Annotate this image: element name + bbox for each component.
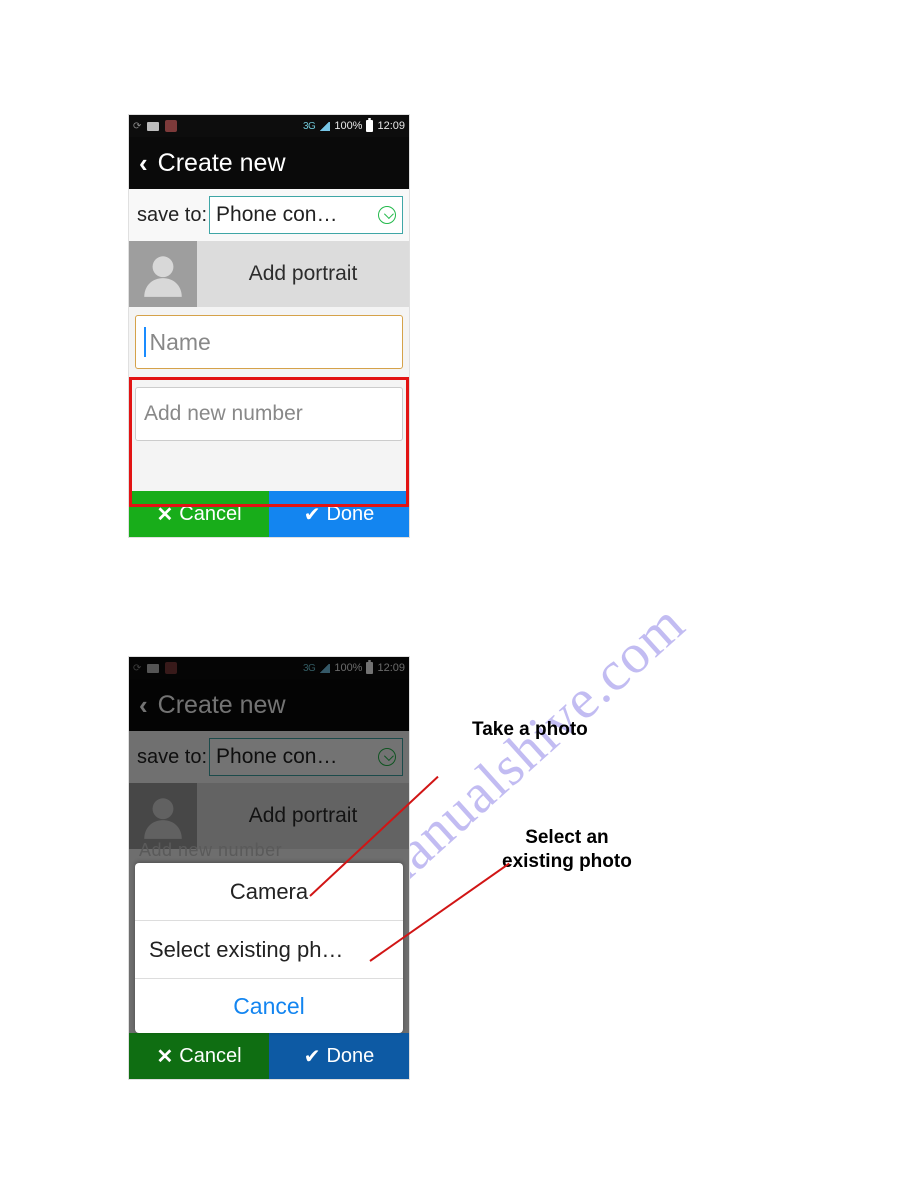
annotation-select-photo-l1: Select an: [525, 827, 608, 848]
save-to-row: save to: Phone con…: [129, 189, 409, 241]
page-title: Create new: [158, 149, 286, 178]
add-portrait-label: Add portrait: [249, 262, 358, 286]
done-button[interactable]: ✔ Done: [269, 1033, 409, 1079]
avatar-placeholder[interactable]: [129, 241, 197, 307]
back-icon[interactable]: ‹: [139, 148, 148, 179]
done-button[interactable]: ✔ Done: [269, 491, 409, 537]
cancel-label: Cancel: [179, 503, 241, 526]
network-type: 3G: [303, 121, 315, 132]
annotation-take-photo: Take a photo: [472, 718, 588, 742]
dialog-cancel-label: Cancel: [233, 993, 305, 1020]
photo-source-dialog: Camera Select existing ph… Cancel: [135, 863, 403, 1033]
done-label: Done: [326, 1045, 374, 1068]
dialog-cancel-button[interactable]: Cancel: [135, 979, 403, 1033]
battery-percent: 100%: [334, 120, 362, 132]
number-placeholder: Add new number: [144, 402, 303, 426]
dialog-option-select-existing[interactable]: Select existing ph…: [135, 921, 403, 979]
close-icon: ✕: [156, 502, 173, 527]
app-notif-icon: [165, 120, 177, 132]
cancel-label: Cancel: [179, 1045, 241, 1068]
dialog-option-select-label: Select existing ph…: [149, 937, 343, 963]
save-to-value: Phone con…: [216, 203, 337, 227]
done-label: Done: [326, 503, 374, 526]
cancel-button[interactable]: ✕ Cancel: [129, 1033, 269, 1079]
status-bar: ⟳ 3G 100% 12:09: [129, 115, 409, 137]
phone-screenshot-bottom: ⟳ 3G 100% 12:09 ‹ Create new save to: Ph…: [128, 656, 410, 1080]
check-icon: ✔: [304, 1044, 321, 1069]
number-input[interactable]: Add new number: [135, 387, 403, 441]
dialog-option-camera[interactable]: Camera: [135, 863, 403, 921]
annotation-select-photo-l2: existing photo: [502, 851, 632, 872]
save-to-dropdown[interactable]: Phone con…: [209, 196, 403, 234]
check-icon: ✔: [304, 502, 321, 527]
sd-icon: [147, 122, 159, 131]
chevron-down-icon: [378, 206, 396, 224]
person-icon: [138, 249, 188, 299]
text-cursor: [144, 327, 146, 357]
save-to-label: save to:: [137, 204, 207, 227]
add-portrait-button[interactable]: Add portrait: [197, 241, 409, 307]
close-icon: ✕: [156, 1044, 173, 1069]
bottom-button-bar: ✕ Cancel ✔ Done: [129, 491, 409, 537]
portrait-row: Add portrait: [129, 241, 409, 307]
clock: 12:09: [377, 120, 405, 132]
signal-icon: [319, 122, 330, 131]
name-placeholder: Name: [150, 329, 211, 356]
name-input[interactable]: Name: [135, 315, 403, 369]
dialog-option-camera-label: Camera: [230, 879, 308, 905]
phone-screenshot-top: ⟳ 3G 100% 12:09 ‹ Create new save to: Ph…: [128, 114, 410, 538]
sync-icon: ⟳: [133, 121, 141, 132]
bottom-button-bar: ✕ Cancel ✔ Done: [129, 1033, 409, 1079]
battery-icon: [366, 120, 373, 132]
annotation-select-photo: Select an existing photo: [502, 826, 632, 874]
title-bar: ‹ Create new: [129, 137, 409, 189]
cancel-button[interactable]: ✕ Cancel: [129, 491, 269, 537]
